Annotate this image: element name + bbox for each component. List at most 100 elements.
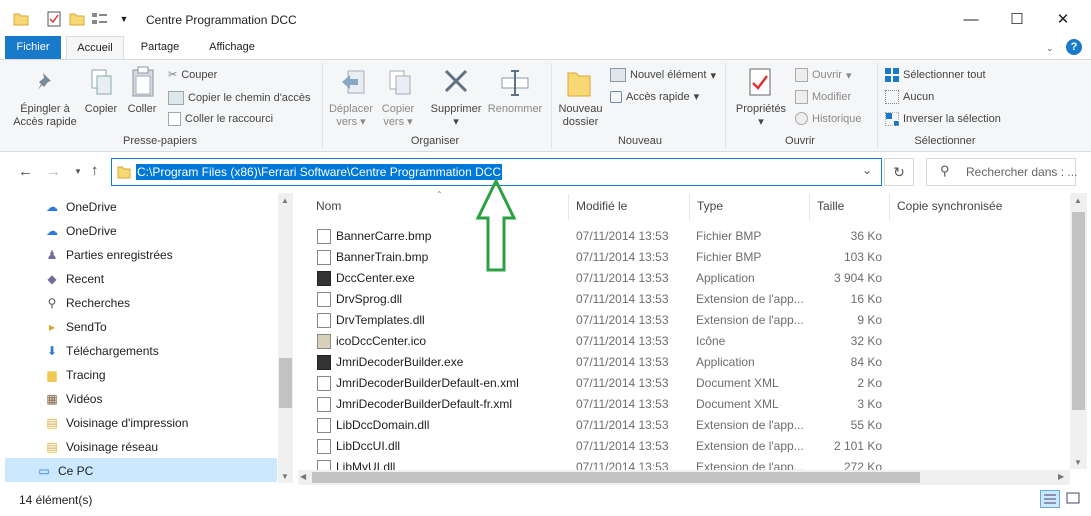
ribbon-collapse-icon[interactable]: ⌄ [1046, 43, 1054, 54]
nav-scrollbar[interactable] [278, 193, 293, 483]
table-row[interactable]: icoDccCenter.ico 07/11/2014 13:53 Icône 32 … [312, 331, 1082, 352]
nav-item-tracing[interactable]: ▆ Tracing [44, 364, 106, 386]
column-header-name[interactable]: Nom [316, 199, 341, 213]
new-item-button[interactable]: Nouvel élément ▾ [610, 68, 716, 82]
pin-icon [36, 70, 58, 97]
easy-access-button[interactable]: Accès rapide ▾ [610, 90, 699, 103]
table-row[interactable]: LibDccDomain.dll 07/11/2014 13:53 Extensio… [312, 415, 1082, 436]
status-bar: 14 élément(s) [0, 486, 1091, 516]
file-name: JmriDecoderBuilderDefault-en.xml [336, 376, 519, 390]
select-none-button[interactable]: Aucun [885, 90, 934, 104]
move-to-button[interactable]: Déplacer vers ▾ [325, 103, 377, 129]
properties-button[interactable]: Propriétés ▾ [730, 103, 792, 129]
pin-quick-access-button[interactable]: Épingler à Accès rapide [8, 103, 82, 129]
scroll-up-icon[interactable]: ▲ [281, 196, 289, 205]
copy-to-button[interactable]: Copier vers ▾ [375, 103, 421, 129]
recent-locations-button[interactable]: ▼ [74, 167, 82, 176]
details-view-button[interactable] [1040, 490, 1060, 508]
recent-icon: ◆ [47, 272, 57, 286]
nav-scroll-thumb[interactable] [279, 358, 292, 408]
help-icon[interactable]: ? [1066, 39, 1082, 55]
nav-item-parties-enregistr-es[interactable]: ♟ Parties enregistrées [44, 244, 173, 266]
nav-item-voisinage-r-seau[interactable]: ▤ Voisinage réseau [44, 436, 158, 458]
tab-home[interactable]: Accueil [66, 36, 124, 60]
nav-item-vid-os[interactable]: ▦ Vidéos [44, 388, 102, 410]
address-dropdown-icon[interactable]: ⌄ [862, 163, 872, 177]
file-list-scroll-thumb[interactable] [1072, 212, 1085, 410]
scroll-left-icon[interactable]: ◀ [300, 472, 306, 481]
table-row[interactable]: JmriDecoderBuilderDefault-en.xml 07/11/20… [312, 373, 1082, 394]
nav-item-recent[interactable]: ◆ Recent [44, 268, 104, 290]
horizontal-scroll-thumb[interactable] [312, 472, 920, 483]
large-icons-view-button[interactable] [1064, 490, 1084, 508]
nav-item-t-l-chargements[interactable]: ⬇ Téléchargements [44, 340, 159, 362]
table-row[interactable]: DccCenter.exe 07/11/2014 13:53 Application… [312, 268, 1082, 289]
nav-item-recherches[interactable]: ⚲ Recherches [44, 292, 130, 314]
refresh-button[interactable]: ↻ [884, 158, 914, 186]
column-divider[interactable] [889, 194, 890, 220]
copy-path-button[interactable]: Copier le chemin d'accès [168, 91, 311, 105]
table-row[interactable]: BannerTrain.bmp 07/11/2014 13:53 Fichier B… [312, 247, 1082, 268]
maximize-button[interactable]: ☐ [994, 6, 1040, 32]
column-header-modified[interactable]: Modifié le [576, 199, 627, 213]
file-modified: 07/11/2014 13:53 [576, 355, 669, 369]
minimize-button[interactable]: — [948, 6, 994, 32]
copy-button[interactable]: Copier [82, 103, 120, 116]
table-row[interactable]: LibDccUI.dll 07/11/2014 13:53 Extension de… [312, 436, 1082, 457]
column-divider[interactable] [809, 194, 810, 220]
scroll-up-icon[interactable]: ▲ [1074, 196, 1082, 205]
tab-file[interactable]: Fichier [5, 36, 61, 60]
exe-file-icon [317, 355, 331, 370]
scroll-right-icon[interactable]: ▶ [1058, 472, 1064, 481]
scroll-down-icon[interactable]: ▼ [1074, 458, 1082, 467]
table-row[interactable]: JmriDecoderBuilderDefault-fr.xml 07/11/20… [312, 394, 1082, 415]
select-all-button[interactable]: Sélectionner tout [885, 68, 986, 82]
exe-file-icon [317, 271, 331, 286]
nav-item-ce-pc[interactable]: ▭ Ce PC [36, 460, 93, 482]
column-header-size[interactable]: Taille [817, 199, 844, 213]
table-row[interactable]: JmriDecoderBuilder.exe 07/11/2014 13:53 Ap… [312, 352, 1082, 373]
printers-icon: ▤ [46, 416, 58, 430]
back-button[interactable]: ← [18, 163, 33, 180]
column-divider[interactable] [689, 194, 690, 220]
new-folder-icon[interactable] [68, 9, 86, 29]
qat-dropdown-icon[interactable]: ▼ [118, 9, 130, 29]
properties-icon[interactable] [45, 9, 63, 29]
column-header-sync[interactable]: Copie synchronisée [897, 199, 1002, 213]
search-input[interactable]: Rechercher dans : ... [966, 165, 1077, 179]
tab-share[interactable]: Partage [132, 36, 188, 60]
cut-button[interactable]: ✂ Couper [168, 68, 217, 82]
new-folder-button[interactable]: Nouveau dossier [553, 103, 608, 129]
file-name: BannerTrain.bmp [336, 250, 429, 264]
table-row[interactable]: DrvSprog.dll 07/11/2014 13:53 Extension de… [312, 289, 1082, 310]
paste-button[interactable]: Coller [123, 103, 161, 116]
nav-item-onedrive[interactable]: ☁ OneDrive [44, 196, 117, 218]
address-path[interactable]: C:\Program Files (x86)\Ferrari Software\… [136, 164, 503, 180]
nav-item-label: Tracing [66, 368, 106, 382]
nav-item-label: OneDrive [66, 200, 117, 214]
close-button[interactable]: ✕ [1040, 6, 1086, 32]
file-size: 55 Ko [850, 418, 882, 432]
group-label-new: Nouveau [617, 135, 663, 147]
delete-button[interactable]: Supprimer ▾ [425, 103, 487, 129]
invert-selection-button[interactable]: Inverser la sélection [885, 112, 1001, 126]
nav-item-label: Recherches [66, 296, 131, 310]
rename-button[interactable]: Renommer [486, 103, 544, 116]
history-button[interactable]: Historique [795, 112, 862, 125]
view-icon[interactable] [90, 9, 110, 29]
paste-shortcut-button[interactable]: Coller le raccourci [168, 112, 273, 126]
nav-item-voisinage-d-impression[interactable]: ▤ Voisinage d'impression [44, 412, 188, 434]
file-type: Extension de l'app... [696, 313, 804, 327]
table-row[interactable]: DrvTemplates.dll 07/11/2014 13:53 Extensio… [312, 310, 1082, 331]
up-button[interactable]: ↑ [91, 162, 99, 179]
nav-item-sendto[interactable]: ▸ SendTo [44, 316, 107, 338]
nav-item-onedrive[interactable]: ☁ OneDrive [44, 220, 117, 242]
column-header-type[interactable]: Type [697, 199, 723, 213]
table-row[interactable]: BannerCarre.bmp 07/11/2014 13:53 Fichier B… [312, 226, 1082, 247]
scroll-down-icon[interactable]: ▼ [281, 472, 289, 481]
open-button[interactable]: Ouvrir ▾ [795, 68, 851, 82]
forward-button[interactable]: → [46, 163, 61, 180]
tab-view[interactable]: Affichage [198, 36, 266, 60]
edit-button[interactable]: Modifier [795, 90, 851, 104]
column-divider[interactable] [568, 194, 569, 220]
